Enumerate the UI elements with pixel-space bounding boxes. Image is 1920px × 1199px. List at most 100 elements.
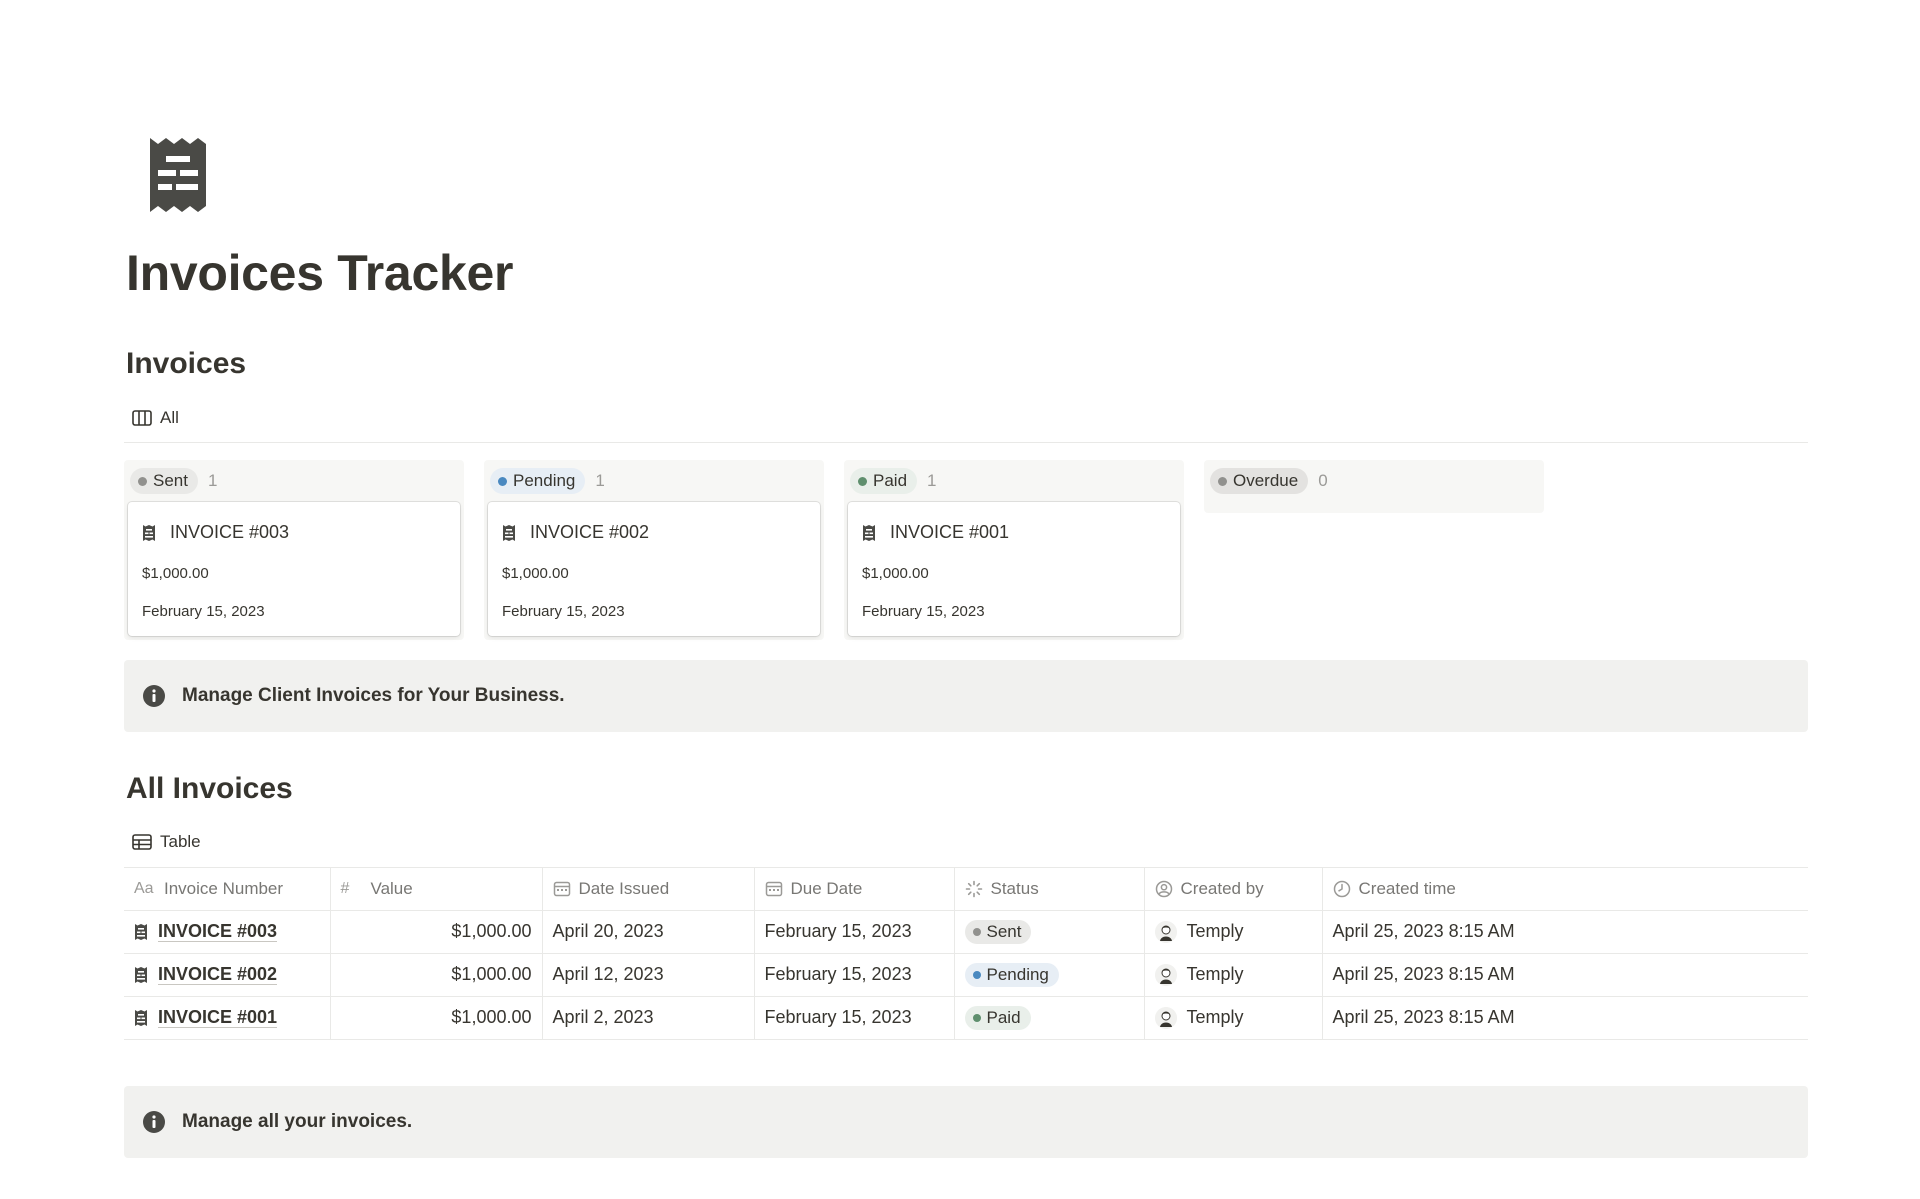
receipt-icon <box>503 524 515 541</box>
divider <box>124 442 1808 443</box>
callout-text: Manage Client Invoices for Your Business… <box>182 685 565 706</box>
card-date: February 15, 2023 <box>142 603 265 620</box>
status-pill[interactable]: Paid <box>850 468 918 494</box>
text-property-icon: Aa <box>134 879 154 897</box>
view-tab-label: All <box>160 408 179 427</box>
status-property-icon <box>965 880 982 898</box>
board-view-icon <box>132 410 152 426</box>
card-date: February 15, 2023 <box>862 603 985 620</box>
column-header-created-time[interactable]: Created time <box>1322 868 1808 911</box>
column-header-due-date[interactable]: Due Date <box>754 868 955 911</box>
receipt-icon <box>143 524 155 541</box>
clock-icon <box>1333 880 1350 897</box>
card-title: INVOICE #003 <box>142 522 289 543</box>
receipt-icon <box>135 966 147 983</box>
invoices-table: Aa Invoice Number # Value Date Issued Due … <box>124 868 1808 1040</box>
cell-created-by[interactable]: Temply <box>1144 996 1323 1040</box>
board-column-overdue: Overdue 0 <box>1204 460 1544 513</box>
status-dot <box>972 1013 981 1022</box>
table-row[interactable]: INVOICE #003 $1,000.00 April 20, 2023 Febru… <box>124 910 1808 954</box>
cell-status[interactable]: Paid <box>954 996 1145 1040</box>
table-view-icon <box>132 834 152 850</box>
callout: Manage Client Invoices for Your Business… <box>124 660 1808 732</box>
column-header-created-by[interactable]: Created by <box>1144 868 1323 911</box>
card-title: INVOICE #002 <box>502 522 649 543</box>
status-dot <box>1218 476 1227 486</box>
page-title: Invoices Tracker <box>126 245 514 301</box>
cell-value[interactable]: $1,000.00 <box>330 910 543 954</box>
cell-status[interactable]: Pending <box>954 953 1145 997</box>
status-pill: Paid <box>964 1005 1031 1030</box>
cell-created-time[interactable]: April 25, 2023 8:15 AM <box>1322 996 1808 1040</box>
status-dot <box>138 476 147 486</box>
cell-created-time[interactable]: April 25, 2023 8:15 AM <box>1322 910 1808 954</box>
cell-status[interactable]: Sent <box>954 910 1145 954</box>
receipt-icon <box>863 524 875 541</box>
avatar <box>1154 1006 1177 1029</box>
cell-invoice-number[interactable]: INVOICE #002 <box>124 953 331 997</box>
invoice-link[interactable]: INVOICE #002 <box>158 964 278 985</box>
column-count: 1 <box>207 471 218 490</box>
column-header-date-issued[interactable]: Date Issued <box>542 868 755 911</box>
cell-value[interactable]: $1,000.00 <box>330 996 543 1040</box>
receipt-icon <box>135 923 147 940</box>
callout-text: Manage all your invoices. <box>182 1111 413 1132</box>
table-row[interactable]: INVOICE #001 $1,000.00 April 2, 2023 Februa… <box>124 996 1808 1040</box>
board: Sent 1 INVOICE #003 $1,000.00 February 15, 2… <box>124 460 1544 640</box>
status-pill[interactable]: Sent <box>130 468 198 494</box>
board-card[interactable]: INVOICE #002 $1,000.00 February 15, 2023 <box>488 502 820 636</box>
column-header-status[interactable]: Status <box>954 868 1145 911</box>
status-dot <box>972 970 981 979</box>
cell-invoice-number[interactable]: INVOICE #001 <box>124 996 331 1040</box>
cell-due-date[interactable]: February 15, 2023 <box>754 996 955 1040</box>
cell-invoice-number[interactable]: INVOICE #003 <box>124 910 331 954</box>
cell-date-issued[interactable]: April 12, 2023 <box>542 953 755 997</box>
view-tab-label: Table <box>160 832 201 851</box>
status-pill[interactable]: Overdue <box>1210 468 1309 494</box>
status-dot <box>498 476 507 486</box>
column-header: Paid 1 <box>848 460 1180 502</box>
column-count: 1 <box>595 471 605 490</box>
card-date: February 15, 2023 <box>502 603 625 620</box>
invoice-link[interactable]: INVOICE #003 <box>158 921 278 942</box>
column-header: Pending 1 <box>488 460 820 502</box>
receipt-icon <box>135 1009 147 1026</box>
card-value: $1,000.00 <box>142 565 209 582</box>
column-count: 0 <box>1318 471 1328 490</box>
avatar <box>1154 963 1177 986</box>
table-heading[interactable]: All Invoices <box>126 772 293 806</box>
cell-due-date[interactable]: February 15, 2023 <box>754 910 955 954</box>
status-dot <box>858 476 867 486</box>
column-header-value[interactable]: # Value <box>330 868 543 911</box>
cell-date-issued[interactable]: April 20, 2023 <box>542 910 755 954</box>
card-value: $1,000.00 <box>862 565 929 582</box>
column-count: 1 <box>927 471 937 490</box>
board-heading[interactable]: Invoices <box>126 347 246 381</box>
table-row[interactable]: INVOICE #002 $1,000.00 April 12, 2023 Febru… <box>124 953 1808 997</box>
view-tab-all[interactable]: All <box>132 402 179 434</box>
column-header-invoice-number[interactable]: Aa Invoice Number <box>124 868 331 911</box>
card-value: $1,000.00 <box>502 565 569 582</box>
cell-date-issued[interactable]: April 2, 2023 <box>542 996 755 1040</box>
board-column-paid: Paid 1 INVOICE #001 $1,000.00 February 15, 2… <box>844 460 1184 640</box>
cell-value[interactable]: $1,000.00 <box>330 953 543 997</box>
cell-due-date[interactable]: February 15, 2023 <box>754 953 955 997</box>
status-pill: Sent <box>964 919 1032 944</box>
info-icon <box>143 685 165 707</box>
calendar-icon <box>553 881 570 896</box>
cell-created-time[interactable]: April 25, 2023 8:15 AM <box>1322 953 1808 997</box>
board-card[interactable]: INVOICE #003 $1,000.00 February 15, 2023 <box>128 502 460 636</box>
view-tab-table[interactable]: Table <box>132 826 201 858</box>
cell-created-by[interactable]: Temply <box>1144 953 1323 997</box>
calendar-icon <box>765 881 782 896</box>
callout: Manage all your invoices. <box>124 1086 1808 1158</box>
table-header-row: Aa Invoice Number # Value Date Issued Due … <box>124 868 1808 911</box>
receipt-icon[interactable] <box>148 136 208 214</box>
invoice-link[interactable]: INVOICE #001 <box>158 1007 278 1028</box>
status-pill[interactable]: Pending <box>490 468 586 494</box>
board-card[interactable]: INVOICE #001 $1,000.00 February 15, 2023 <box>848 502 1180 636</box>
column-header: Overdue 0 <box>1208 460 1540 502</box>
cell-created-by[interactable]: Temply <box>1144 910 1323 954</box>
board-column-pending: Pending 1 INVOICE #002 $1,000.00 February 15… <box>484 460 824 640</box>
status-dot <box>972 927 981 936</box>
